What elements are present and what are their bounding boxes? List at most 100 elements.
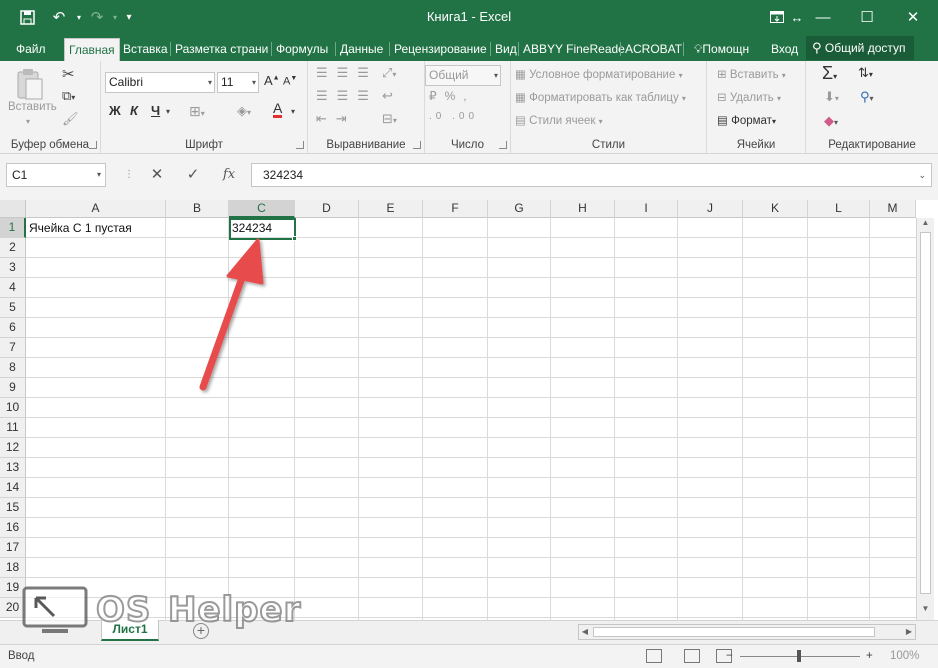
tab-formulas[interactable]: Формулы	[272, 38, 332, 61]
row-header-11[interactable]: 11	[0, 418, 26, 438]
column-header-m[interactable]: M	[870, 200, 916, 218]
bold-button[interactable]: Ж	[109, 103, 121, 118]
select-all-corner[interactable]	[0, 200, 26, 218]
vertical-scrollbar[interactable]: ▲ ▼	[916, 218, 934, 620]
column-header-d[interactable]: D	[295, 200, 359, 218]
font-name-combo[interactable]: Calibri ▾	[105, 72, 215, 93]
font-color-dropdown-icon[interactable]: ▾	[291, 107, 295, 116]
tab-file[interactable]: Файл	[12, 38, 50, 61]
enter-entry-icon[interactable]: ✓	[182, 165, 204, 185]
insert-cells-button[interactable]: ⊞ Вставить ▾	[717, 67, 786, 81]
underline-dropdown-icon[interactable]: ▾	[166, 107, 170, 116]
share-button[interactable]: ⚲ Общий доступ	[806, 36, 914, 60]
currency-percent-icons[interactable]: ₽%,	[429, 89, 475, 103]
close-button[interactable]: ✕	[898, 4, 928, 30]
row-header-9[interactable]: 9	[0, 378, 26, 398]
copy-icon[interactable]: ⧉▾	[62, 88, 75, 104]
paste-button[interactable]	[14, 67, 44, 104]
format-painter-icon[interactable]: 🖌︎	[62, 111, 79, 127]
cell-styles-button[interactable]: ▤ Стили ячеек ▾	[515, 113, 603, 127]
font-launcher-icon[interactable]	[296, 141, 304, 149]
increase-font-icon[interactable]: A▲	[264, 73, 280, 88]
row-header-1[interactable]: 1	[0, 218, 26, 238]
decimal-icons[interactable]: .0 .00	[429, 111, 478, 122]
tab-sign-in[interactable]: Вход	[767, 38, 802, 61]
row-header-13[interactable]: 13	[0, 458, 26, 478]
row-header-10[interactable]: 10	[0, 398, 26, 418]
cancel-entry-icon[interactable]: ✕	[146, 165, 168, 185]
zoom-out-icon[interactable]: −	[726, 650, 733, 662]
font-size-combo[interactable]: 11 ▾	[217, 72, 259, 93]
fill-handle[interactable]	[292, 236, 297, 241]
borders-icon[interactable]: ⊞▾	[189, 103, 205, 120]
decrease-font-icon[interactable]: A▼	[283, 75, 297, 88]
minimize-button[interactable]: —	[808, 4, 838, 30]
column-header-i[interactable]: I	[615, 200, 678, 218]
row-header-17[interactable]: 17	[0, 538, 26, 558]
fill-icon[interactable]: ⬇▾	[824, 89, 839, 105]
horizontal-align-icons[interactable]: ☰☰☰	[316, 88, 378, 104]
name-box[interactable]: C1 ▾	[6, 163, 106, 187]
column-header-j[interactable]: J	[678, 200, 743, 218]
orientation-icon[interactable]: ⤢▾	[382, 65, 396, 81]
delete-cells-button[interactable]: ⊟ Удалить ▾	[717, 90, 781, 104]
tab-home[interactable]: Главная	[64, 38, 120, 61]
column-header-h[interactable]: H	[551, 200, 615, 218]
format-cells-button[interactable]: ▤ Формат▾	[717, 113, 776, 127]
zoom-level[interactable]: 100%	[890, 650, 919, 662]
worksheet-grid[interactable]: ABCDEFGHIJKLM 1 2 3 4 5 6 7 8 9 10 11 12 13 14 15 16 17 1…	[0, 200, 938, 620]
alignment-launcher-icon[interactable]	[413, 141, 421, 149]
underline-button[interactable]: Ч	[151, 103, 160, 118]
merge-icon[interactable]: ⊟▾	[382, 111, 397, 127]
row-header-18[interactable]: 18	[0, 558, 26, 578]
format-as-table-button[interactable]: ▦ Форматировать как таблицу ▾	[515, 90, 686, 104]
number-launcher-icon[interactable]	[499, 141, 507, 149]
column-header-a[interactable]: A	[26, 200, 166, 218]
find-icon[interactable]: ⚲▾	[860, 89, 874, 105]
column-header-e[interactable]: E	[359, 200, 423, 218]
tab-review[interactable]: Рецензирование	[390, 38, 491, 61]
tab-abbyy[interactable]: ABBYY FineReade	[519, 38, 629, 61]
indent-icons[interactable]: ⇤⇥	[316, 111, 356, 127]
clear-icon[interactable]: ◆▾	[824, 113, 838, 129]
vertical-scroll-thumb[interactable]	[920, 232, 931, 594]
column-header-c[interactable]: C	[229, 200, 295, 218]
fill-color-icon[interactable]: ◈▾	[237, 103, 251, 119]
conditional-formatting-button[interactable]: ▦ Условное форматирование ▾	[515, 67, 683, 81]
horizontal-scroll-thumb[interactable]	[593, 627, 875, 637]
clipboard-launcher-icon[interactable]	[89, 141, 97, 149]
paste-dropdown-icon[interactable]: ▾	[26, 117, 30, 126]
italic-button[interactable]: К	[130, 103, 138, 118]
row-header-15[interactable]: 15	[0, 498, 26, 518]
column-header-f[interactable]: F	[423, 200, 488, 218]
number-format-combo[interactable]: Общий ▾	[425, 65, 501, 86]
column-header-b[interactable]: B	[166, 200, 229, 218]
cell-a1[interactable]: Ячейка С 1 пустая	[26, 219, 166, 239]
wrap-text-icon[interactable]: ↩	[382, 88, 393, 104]
row-header-2[interactable]: 2	[0, 238, 26, 258]
zoom-in-icon[interactable]: +	[866, 650, 873, 662]
row-header-6[interactable]: 6	[0, 318, 26, 338]
row-header-3[interactable]: 3	[0, 258, 26, 278]
font-color-icon[interactable]: A	[273, 101, 283, 118]
row-header-7[interactable]: 7	[0, 338, 26, 358]
cut-icon[interactable]: ✂	[62, 65, 75, 83]
tab-data[interactable]: Данные	[336, 38, 387, 61]
maximize-button[interactable]: ☐	[852, 4, 882, 30]
sort-filter-icon[interactable]: ⇅▾	[858, 65, 873, 81]
row-header-4[interactable]: 4	[0, 278, 26, 298]
row-header-12[interactable]: 12	[0, 438, 26, 458]
tab-tell-me[interactable]: 💡︎Помощн	[690, 38, 753, 61]
page-layout-view-icon[interactable]	[684, 649, 700, 663]
row-header-14[interactable]: 14	[0, 478, 26, 498]
vertical-align-icons[interactable]: ☰☰☰	[316, 65, 378, 81]
column-header-g[interactable]: G	[488, 200, 551, 218]
column-header-k[interactable]: K	[743, 200, 808, 218]
insert-function-button[interactable]: fx	[218, 165, 240, 185]
autosum-icon[interactable]: Σ▾	[822, 63, 837, 84]
tab-view[interactable]: Вид	[491, 38, 521, 61]
tab-acrobat[interactable]: ACROBAT	[621, 38, 686, 61]
row-header-8[interactable]: 8	[0, 358, 26, 378]
row-header-5[interactable]: 5	[0, 298, 26, 318]
formula-input[interactable]: 324234 ⌄	[251, 163, 932, 187]
